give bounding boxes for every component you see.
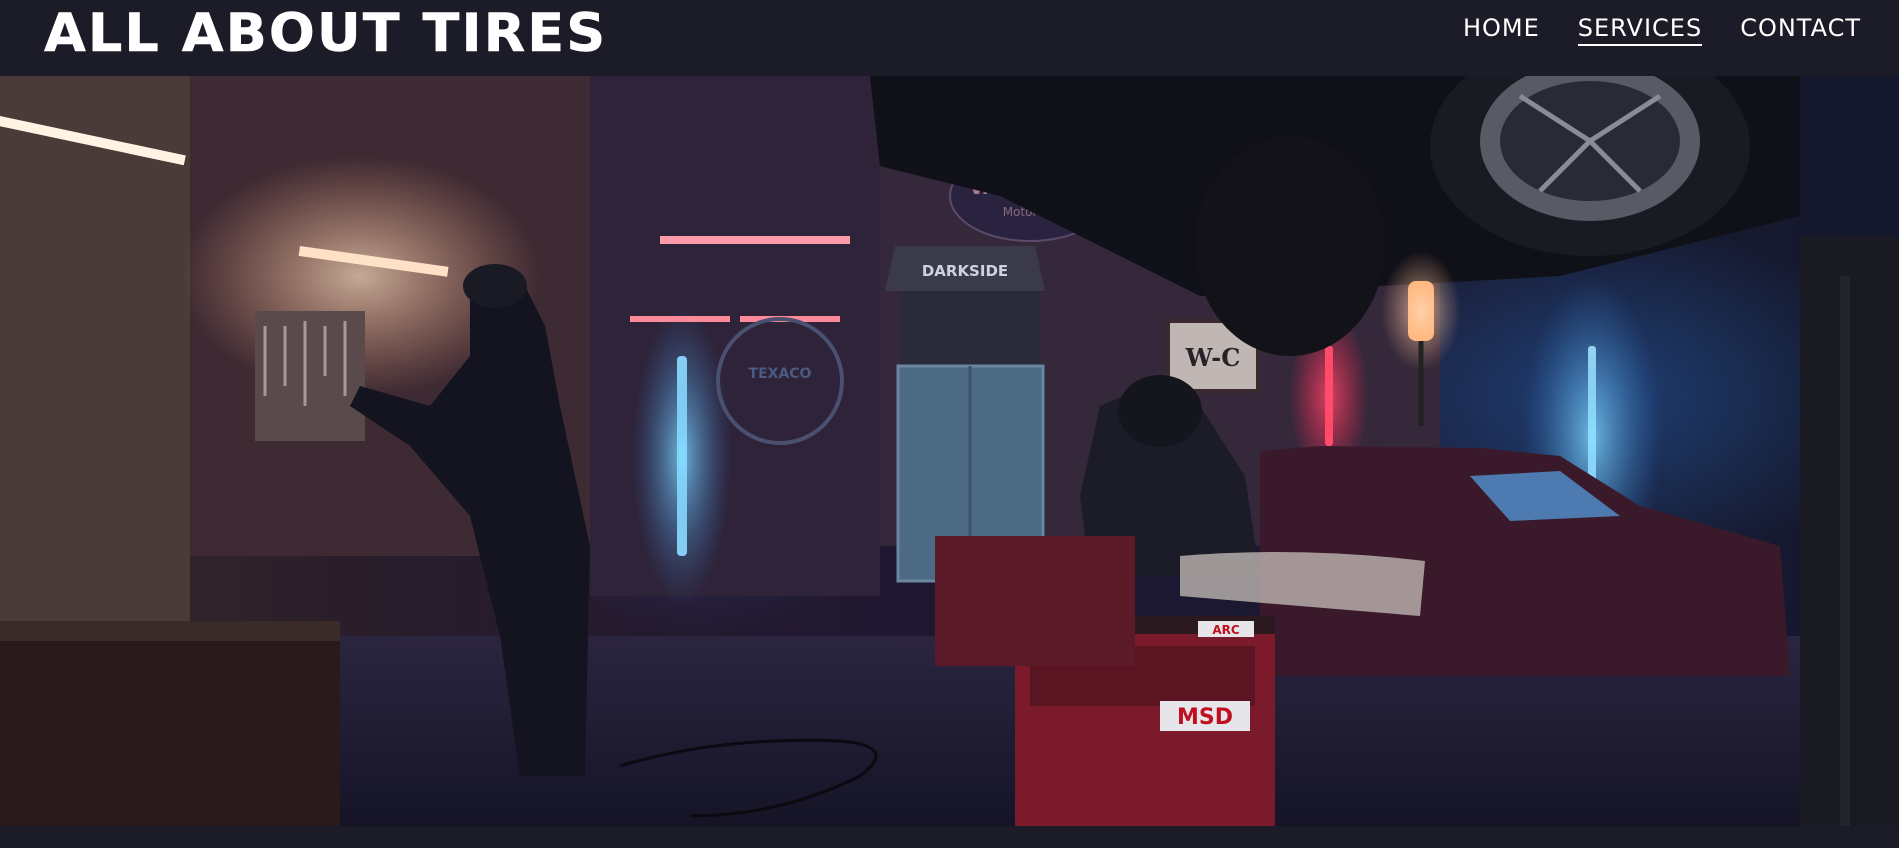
- page-bottom-strip: [0, 826, 1899, 848]
- texaco-sign-text: TEXACO: [749, 366, 812, 382]
- garage-illustration: VALVOLINE Motor Oil TEXACO W-C DARKSIDE: [0, 76, 1899, 826]
- main-navigation: HOME SERVICES CONTACT: [1463, 14, 1861, 46]
- darkside-label: DARKSIDE: [922, 262, 1008, 280]
- nav-services-link[interactable]: SERVICES: [1577, 14, 1703, 46]
- left-wall: [0, 76, 190, 676]
- workbench-right: [935, 536, 1135, 666]
- workbench-left: [0, 631, 340, 826]
- pegboard: [255, 311, 365, 441]
- wc-poster-text: W-C: [1185, 343, 1241, 372]
- msd-decal-text: MSD: [1177, 705, 1233, 730]
- nav-contact-link[interactable]: CONTACT: [1740, 14, 1861, 46]
- arc-decal-text: ARC: [1212, 623, 1240, 637]
- hero-garage-image: VALVOLINE Motor Oil TEXACO W-C DARKSIDE: [0, 76, 1899, 826]
- nav-home-link[interactable]: HOME: [1463, 14, 1540, 46]
- site-logo-text[interactable]: ALL ABOUT TIRES: [44, 0, 607, 66]
- top-navbar: ALL ABOUT TIRES HOME SERVICES CONTACT: [0, 0, 1899, 76]
- lifted-car-tire-rear: [1195, 136, 1385, 356]
